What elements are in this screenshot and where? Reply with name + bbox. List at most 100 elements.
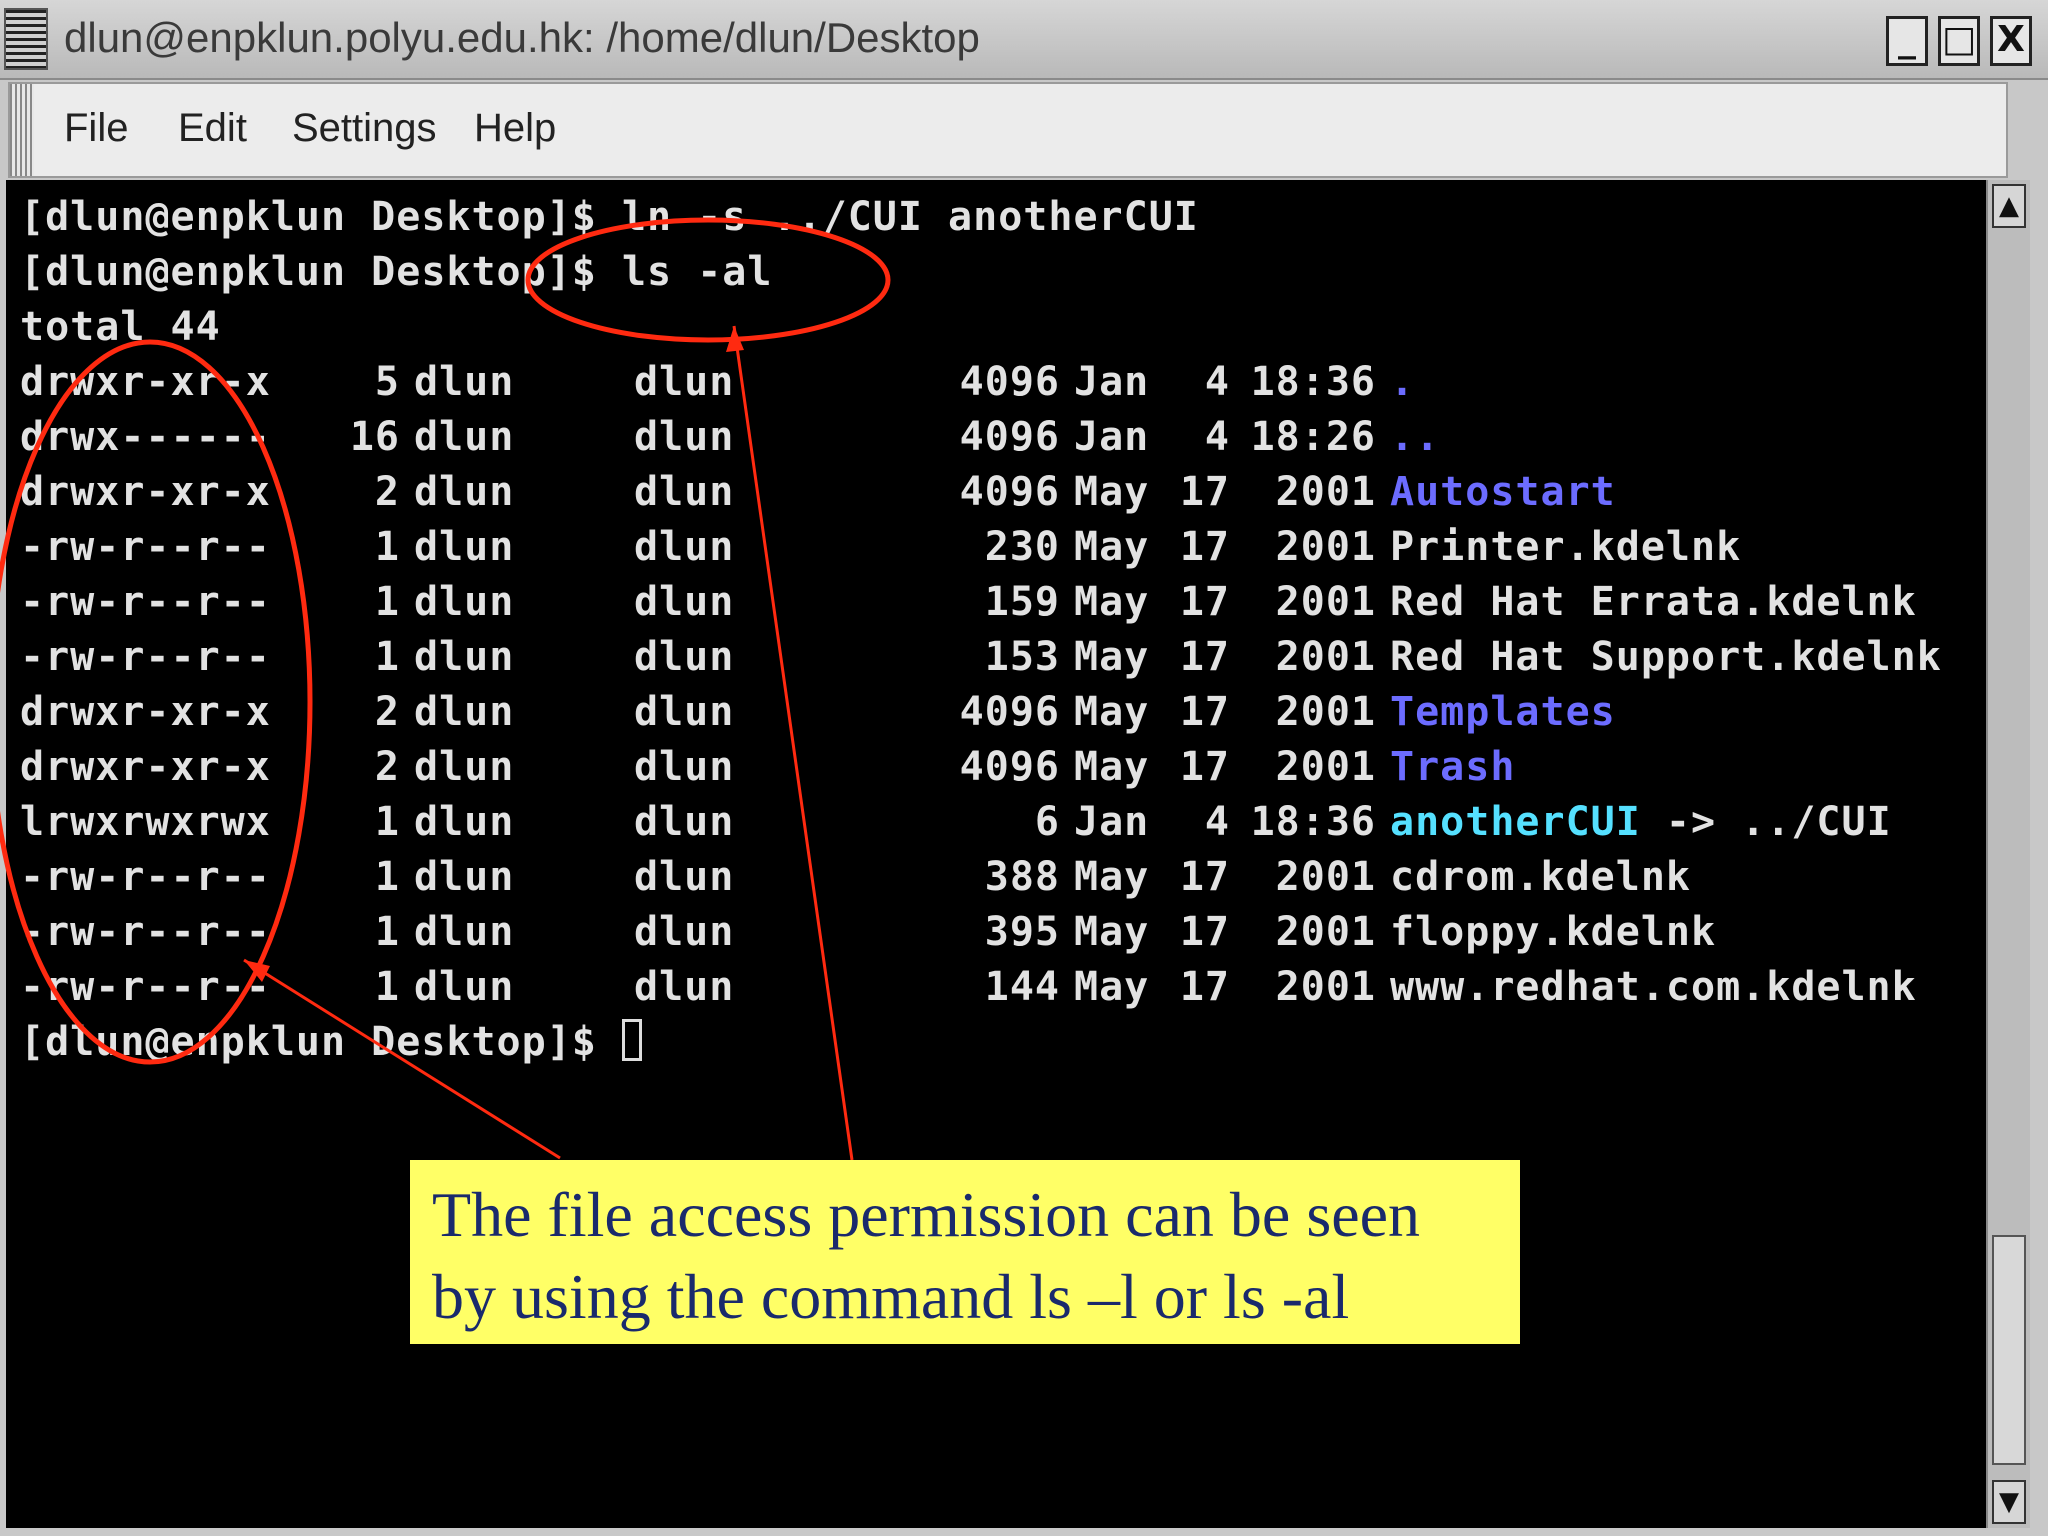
listing-day: 17 [1179, 854, 1230, 900]
listing-month: May [1074, 964, 1150, 1010]
command-line-ls: [dlun@enpklun Desktop]$ ls -al [20, 249, 773, 295]
listing-owner: dlun [414, 414, 515, 460]
listing-size: 4096 [959, 689, 1060, 735]
listing-links: 1 [374, 909, 400, 955]
listing-time: 2001 [1275, 524, 1376, 570]
scroll-down-arrow-icon[interactable]: ▼ [1992, 1480, 2026, 1524]
callout-line-1: The file access permission can be seen [432, 1179, 1421, 1250]
listing-filename: . [1390, 359, 1416, 405]
listing-perm: drwxr-xr-x [20, 689, 271, 735]
listing-owner: dlun [414, 744, 515, 790]
listing-perm: -rw-r--r-- [20, 854, 271, 900]
listing-filename-cell: cdrom.kdelnk [1390, 854, 1691, 900]
window-title: dlun@enpklun.polyu.edu.hk: /home/dlun/De… [64, 14, 980, 61]
listing-size: 159 [984, 579, 1060, 625]
listing-filename-cell: Templates [1390, 689, 1616, 735]
scroll-thumb[interactable] [1992, 1235, 2026, 1465]
listing-filename-cell: Printer.kdelnk [1390, 524, 1741, 570]
listing-row: drwxr-xr-x 2 dlun dlun 4096 May 17 2001 Template… [20, 689, 1970, 741]
listing-perm: -rw-r--r-- [20, 634, 271, 680]
listing-row: drwx------ 16 dlun dlun 4096 Jan 4 18:26.. [20, 414, 1970, 466]
prompt-text: [dlun@enpklun Desktop]$ [20, 1019, 622, 1065]
menu-settings[interactable]: Settings [292, 106, 437, 151]
listing-row: drwxr-xr-x 2 dlun dlun 4096 May 17 2001 Trash [20, 744, 1970, 796]
listing-filename-cell: . [1390, 359, 1415, 405]
listing-perm: -rw-r--r-- [20, 909, 271, 955]
listing-row: -rw-r--r-- 1 dlun dlun 144 May 17 2001 www.redha… [20, 964, 1970, 1016]
annotation-callout: The file access permission can be seen b… [410, 1160, 1520, 1344]
listing-filename: Red Hat Support.kdelnk [1390, 634, 1942, 680]
listing-perm: drwxr-xr-x [20, 359, 271, 405]
listing-time: 2001 [1275, 689, 1376, 735]
listing-owner: dlun [414, 799, 515, 845]
listing-month: May [1074, 689, 1150, 735]
listing-links: 1 [374, 854, 400, 900]
listing-day: 17 [1179, 634, 1230, 680]
listing-time: 2001 [1275, 634, 1376, 680]
listing-filename: floppy.kdelnk [1390, 909, 1717, 955]
listing-links: 2 [374, 744, 400, 790]
listing-day: 17 [1179, 744, 1230, 790]
listing-filename: Red Hat Errata.kdelnk [1390, 579, 1917, 625]
listing-size: 4096 [959, 414, 1060, 460]
menu-file[interactable]: File [64, 106, 128, 151]
listing-group: dlun [634, 909, 735, 955]
listing-filename-cell: .. [1390, 414, 1440, 460]
listing-day: 17 [1179, 469, 1230, 515]
listing-month: May [1074, 579, 1150, 625]
close-button[interactable]: X [1990, 16, 2032, 66]
listing-group: dlun [634, 964, 735, 1010]
title-bar[interactable]: dlun@enpklun.polyu.edu.hk: /home/dlun/De… [0, 0, 2048, 80]
listing-size: 4096 [959, 359, 1060, 405]
listing-month: Jan [1074, 799, 1150, 845]
listing-group: dlun [634, 524, 735, 570]
listing-links: 1 [374, 799, 400, 845]
listing-size: 4096 [959, 744, 1060, 790]
listing-group: dlun [634, 414, 735, 460]
listing-links: 1 [374, 524, 400, 570]
listing-day: 17 [1179, 524, 1230, 570]
listing-row: drwxr-xr-x 5 dlun dlun 4096 Jan 4 18:36. [20, 359, 1970, 411]
minimize-button[interactable]: _ [1886, 16, 1928, 66]
listing-filename-cell: Autostart [1390, 469, 1616, 515]
listing-row: -rw-r--r-- 1 dlun dlun 395 May 17 2001 floppy.kd… [20, 909, 1970, 961]
listing-owner: dlun [414, 469, 515, 515]
listing-filename-cell: www.redhat.com.kdelnk [1390, 964, 1917, 1010]
listing-month: May [1074, 854, 1150, 900]
listing-group: dlun [634, 579, 735, 625]
listing-perm: drwxr-xr-x [20, 744, 271, 790]
listing-time: 2001 [1275, 909, 1376, 955]
listing-month: May [1074, 469, 1150, 515]
listing-perm: -rw-r--r-- [20, 524, 271, 570]
listing-owner: dlun [414, 524, 515, 570]
listing-time: 2001 [1275, 854, 1376, 900]
listing-time: 2001 [1275, 744, 1376, 790]
menubar-grip-handle[interactable] [10, 84, 34, 176]
listing-day: 17 [1179, 909, 1230, 955]
listing-time: 2001 [1275, 964, 1376, 1010]
prompt-line: [dlun@enpklun Desktop]$ [20, 1019, 642, 1071]
listing-size: 230 [984, 524, 1060, 570]
listing-perm: -rw-r--r-- [20, 964, 271, 1010]
listing-size: 388 [984, 854, 1060, 900]
listing-filename: www.redhat.com.kdelnk [1390, 964, 1917, 1010]
listing-day: 4 [1204, 359, 1230, 405]
callout-line-2: by using the command ls –l or ls -al [432, 1261, 1350, 1332]
listing-link-target: -> ../CUI [1640, 799, 1892, 845]
listing-links: 5 [374, 359, 400, 405]
listing-group: dlun [634, 359, 735, 405]
listing-filename-cell: Trash [1390, 744, 1515, 790]
total-line: total 44 [20, 304, 221, 350]
window-menu-icon[interactable] [4, 8, 48, 70]
listing-owner: dlun [414, 909, 515, 955]
scroll-up-arrow-icon[interactable]: ▲ [1992, 184, 2026, 228]
listing-filename: .. [1390, 414, 1441, 460]
vertical-scrollbar[interactable]: ▲ ▼ [1986, 180, 2030, 1528]
maximize-button[interactable]: □ [1938, 16, 1980, 66]
menu-edit[interactable]: Edit [178, 106, 247, 151]
listing-time: 18:36 [1250, 359, 1376, 405]
listing-day: 4 [1204, 414, 1230, 460]
listing-filename: Printer.kdelnk [1390, 524, 1742, 570]
listing-size: 395 [984, 909, 1060, 955]
menu-help[interactable]: Help [474, 106, 556, 151]
